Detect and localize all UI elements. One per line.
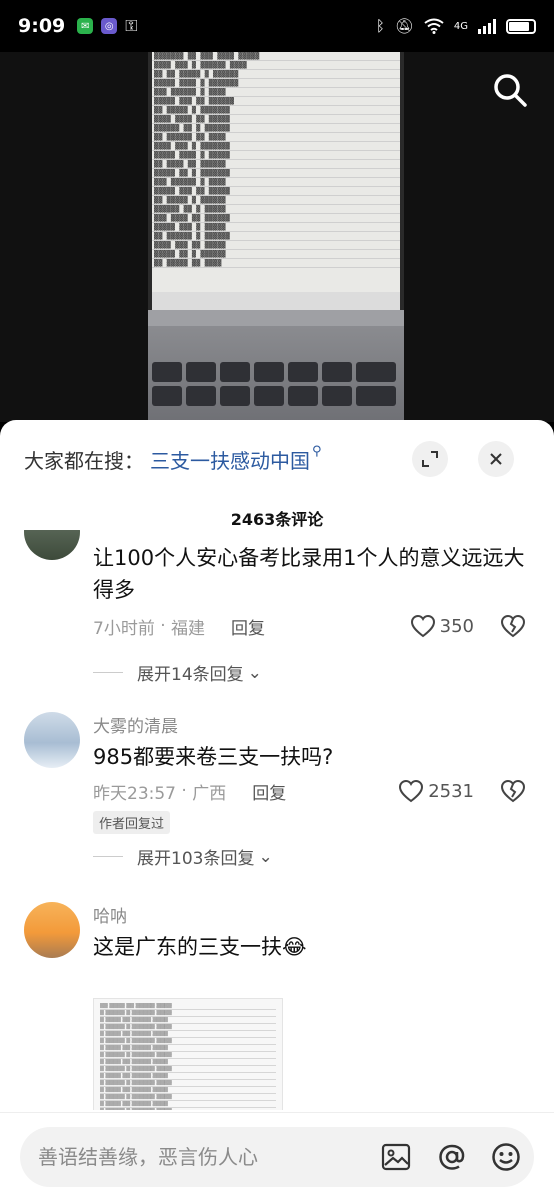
dislike-button[interactable]	[500, 779, 526, 803]
close-button[interactable]	[478, 441, 514, 477]
avatar[interactable]	[24, 902, 80, 958]
expand-replies-button[interactable]: 展开103条回复 ⌄	[93, 844, 273, 869]
comment-time: 昨天23:57	[93, 783, 176, 804]
search-hint-label: 大家都在搜：	[24, 448, 144, 473]
search-icon[interactable]	[490, 70, 530, 110]
video-player[interactable]: ▓▓▓▓▓▓▓ ▓▓ ▓▓▓ ▓▓▓▓ ▓▓▓▓▓ ▓▓▓▓ ▓▓▓ ▓ ▓▓▓…	[0, 52, 554, 422]
comment-meta: 7小时前 · 福建 回复 350	[93, 612, 526, 640]
image-button[interactable]	[380, 1141, 412, 1173]
status-bar: 9:09 ✉ ◎ ⚿ ᛒ 🔕︎ 4G	[0, 0, 554, 52]
comment-username[interactable]: 大雾的清晨	[93, 712, 526, 737]
avatar[interactable]	[24, 712, 80, 768]
like-button[interactable]: 350	[410, 614, 474, 638]
comment-time: 7小时前	[93, 618, 155, 639]
comment-text: 985都要来卷三支一扶吗?	[93, 745, 334, 769]
comment-list: 让100个人安心备考比录用1个人的意义远远大得多 7小时前 · 福建 回复 35…	[0, 530, 554, 1110]
like-count: 350	[439, 615, 474, 637]
chevron-down-icon: ⌄	[258, 846, 273, 867]
expand-replies-label: 展开103条回复	[137, 849, 255, 869]
status-time: 9:09	[18, 15, 66, 37]
comment-image-thumbnail[interactable]: ▒▒ ▒▒▒▒ ▒▒ ▒▒▒▒▒ ▒▒▒▒ ▒ ▒▒▒▒▒ ▒ ▒▒▒▒▒▒ ▒…	[93, 998, 283, 1110]
network-type: 4G	[453, 20, 468, 32]
mention-button[interactable]	[436, 1141, 468, 1173]
broken-heart-icon	[500, 614, 526, 638]
reply-button[interactable]: 回复	[252, 779, 286, 804]
comment-location: 福建	[171, 618, 206, 639]
expand-replies-label: 展开14条回复	[137, 665, 244, 685]
like-count: 2531	[428, 780, 474, 802]
small-search-icon: ⚲	[312, 444, 322, 459]
laptop-screen-image: ▓▓▓▓▓▓▓ ▓▓ ▓▓▓ ▓▓▓▓ ▓▓▓▓▓ ▓▓▓▓ ▓▓▓ ▓ ▓▓▓…	[148, 52, 404, 310]
at-icon	[439, 1144, 465, 1170]
comment-input-bar	[0, 1112, 554, 1200]
reply-button[interactable]: 回复	[231, 614, 265, 639]
heart-icon	[410, 614, 435, 638]
comment-sheet: 大家都在搜： 三支一扶感动中国 ⚲ 2463条评论 让100个人安心备考比录用1…	[0, 420, 554, 1200]
avatar[interactable]	[24, 530, 80, 560]
heart-icon	[399, 779, 424, 803]
mute-icon: 🔕︎	[394, 17, 414, 35]
bluetooth-icon: ᛒ	[375, 17, 385, 35]
broken-heart-icon	[500, 779, 526, 803]
comment-input-box[interactable]	[20, 1127, 534, 1187]
laptop-taskbar	[152, 292, 400, 310]
close-icon	[490, 453, 502, 465]
smiley-icon	[492, 1143, 520, 1171]
image-icon	[381, 1143, 411, 1171]
emoji-button[interactable]	[490, 1141, 522, 1173]
dislike-button[interactable]	[500, 614, 526, 638]
laptop-keyboard-image	[148, 310, 404, 422]
laughing-emoji: 😂	[282, 935, 307, 959]
comment-input[interactable]	[38, 1139, 338, 1175]
author-replied-badge: 作者回复过	[93, 811, 171, 834]
expand-replies-button[interactable]: 展开14条回复 ⌄	[93, 660, 262, 685]
comment-count: 2463条评论	[230, 510, 324, 529]
comment-location: 广西	[192, 783, 227, 804]
like-button[interactable]: 2531	[398, 779, 474, 803]
search-suggestion[interactable]: 大家都在搜： 三支一扶感动中国 ⚲	[24, 434, 534, 484]
wifi-icon	[424, 18, 444, 34]
signal-icon	[478, 18, 496, 34]
comment-text: 让100个人安心备考比录用1个人的意义远远大得多	[93, 546, 525, 602]
app-notification-icon: ◎	[101, 18, 118, 34]
search-hint-term[interactable]: 三支一扶感动中国	[150, 445, 310, 474]
battery-icon	[506, 18, 536, 34]
chevron-down-icon: ⌄	[247, 662, 262, 683]
comment-text: 这是广东的三支一扶😂	[93, 935, 307, 959]
comment-meta: 昨天23:57 · 广西 回复 2531	[93, 777, 526, 805]
comment-username[interactable]: 哈呐	[93, 902, 526, 927]
expand-button[interactable]	[412, 441, 448, 477]
key-icon: ⚿	[125, 16, 138, 35]
expand-icon	[422, 451, 438, 467]
wechat-icon: ✉	[77, 18, 94, 34]
